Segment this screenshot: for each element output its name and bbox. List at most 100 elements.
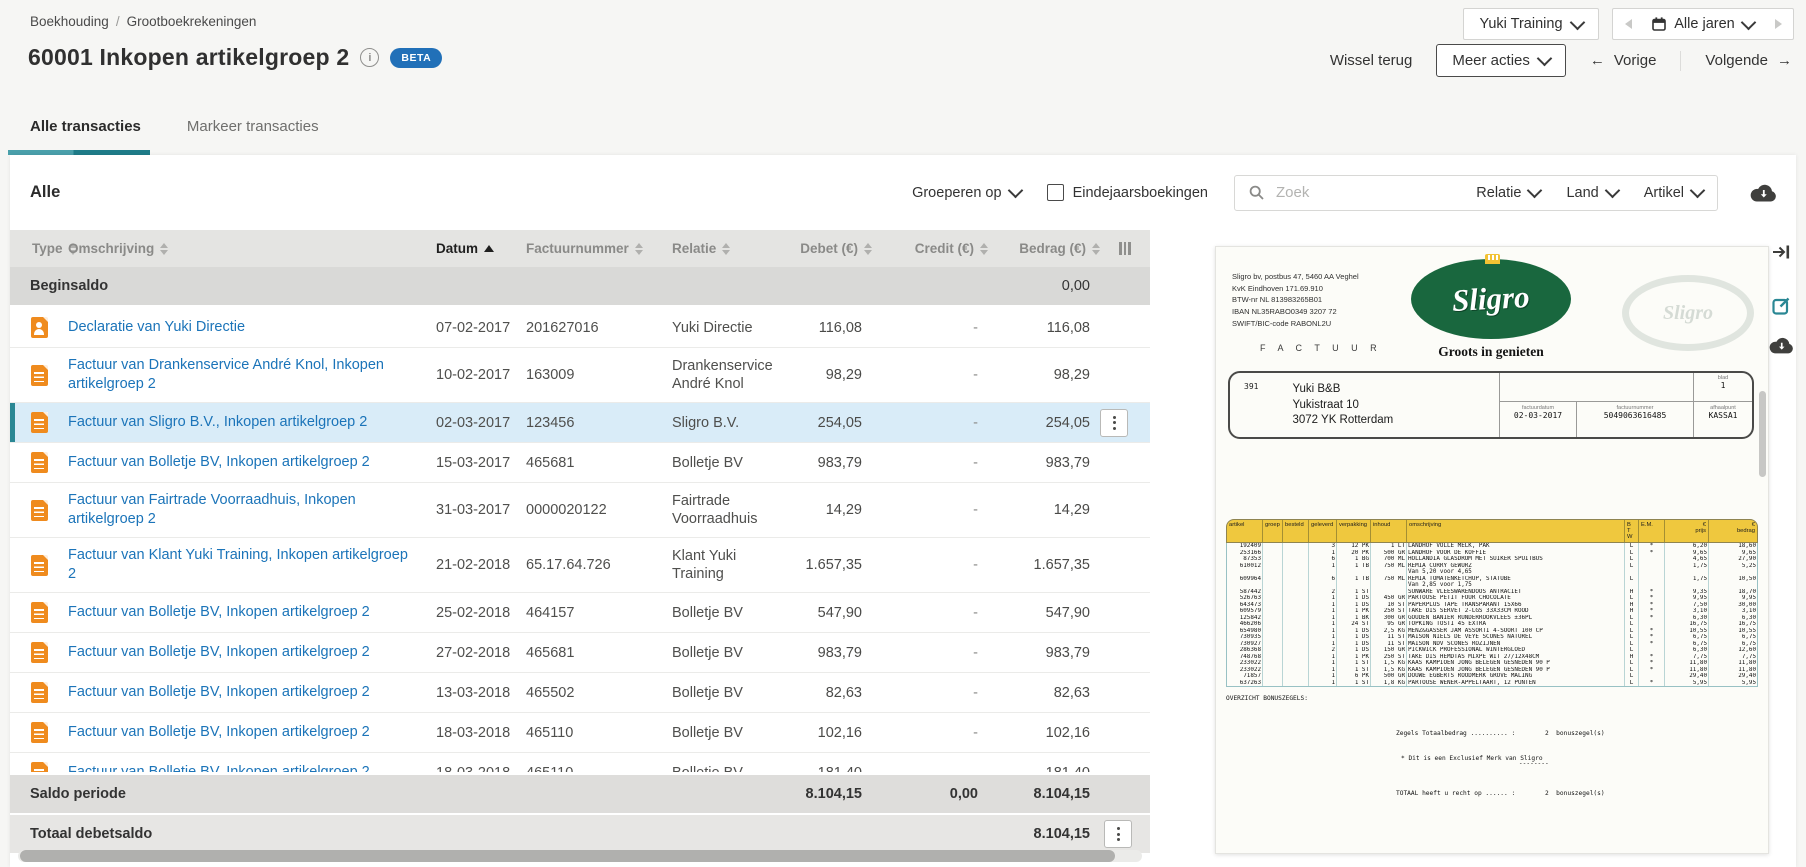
transaction-link[interactable]: Factuur van Bolletje BV, Inkopen artikel… [68,755,436,772]
cell-credit: - [872,502,988,518]
cell-bedrag: 1.657,35 [988,557,1100,573]
customer-address-box: 391 Yuki B&B Yukistraat 10 3072 YK Rotte… [1228,371,1754,439]
col-header-type[interactable]: Type [10,241,68,256]
cloud-download-icon [1769,337,1793,354]
open-edit-button[interactable] [1772,296,1791,315]
vorige-label: Vorige [1614,52,1657,69]
table-row[interactable]: Factuur van Bolletje BV, Inkopen artikel… [10,753,1150,772]
cell-bedrag: 14,29 [988,502,1100,518]
cell-credit: - [872,685,988,701]
chevron-down-icon [1740,14,1756,30]
col-header-credit[interactable]: Credit (€) [872,241,988,256]
col-header-datum[interactable]: Datum [436,241,526,256]
bonus-section-title: OVERZICHT BONUSZEGELS: [1226,695,1308,702]
checkbox[interactable] [1047,184,1064,201]
transaction-link[interactable]: Factuur van Sligro B.V., Inkopen artikel… [68,405,436,440]
meer-acties-button[interactable]: Meer acties [1436,44,1566,77]
transaction-link[interactable]: Factuur van Klant Yuki Training, Inkopen… [68,538,436,592]
transaction-link[interactable]: Factuur van Bolletje BV, Inkopen artikel… [68,635,436,670]
saldo-periode-credit: 0,00 [872,786,988,802]
invoice-item-row: 609964 6 1 TB 750 ML REMIA TOMATENKETCHU… [1227,576,1757,589]
transaction-link[interactable]: Factuur van Bolletje BV, Inkopen artikel… [68,715,436,750]
search-box: Relatie Land Artikel [1234,175,1718,211]
next-period-button[interactable] [1763,19,1793,29]
edit-icon [1772,296,1791,315]
column-picker-icon[interactable] [1100,242,1150,255]
sort-icon [635,243,643,255]
col-header-factuurnummer[interactable]: Factuurnummer [526,241,672,256]
horizontal-scrollbar-thumb[interactable] [20,850,1115,862]
groeperen-op-label: Groeperen op [912,185,1001,201]
vorige-button[interactable]: ← Vorige [1590,52,1657,69]
land-filter-label: Land [1566,185,1598,201]
table-row[interactable]: Factuur van Bolletje BV, Inkopen artikel… [10,713,1150,753]
cell-datum: 27-02-2018 [436,645,526,661]
col-header-debet[interactable]: Debet (€) [788,241,872,256]
cell-datum: 18-03-2018 [436,765,526,773]
document-icon [31,722,48,743]
transaction-link[interactable]: Declaratie van Yuki Directie [68,310,436,345]
tab-alle-transacties[interactable]: Alle transacties [30,118,141,135]
download-document-button[interactable] [1769,337,1793,354]
cell-debet: 254,05 [788,415,872,431]
bonus-lines: Zegels Totaalbedrag .......... : 2 bonus… [1396,709,1605,819]
table-row[interactable]: Factuur van Sligro B.V., Inkopen artikel… [10,403,1150,443]
eindejaarsboekingen-checkbox-row[interactable]: Eindejaarsboekingen [1047,184,1208,201]
row-actions-menu-icon[interactable] [1100,409,1128,437]
chevron-right-icon [1775,19,1782,29]
sligro-tagline: Groots in genieten [1406,344,1576,360]
previous-period-button[interactable] [1613,19,1643,29]
table-row[interactable]: Factuur van Bolletje BV, Inkopen artikel… [10,633,1150,673]
arrow-left-icon: ← [1590,52,1605,69]
document-icon [31,412,48,433]
col-header-relatie[interactable]: Relatie [672,241,788,256]
breadcrumb-grootboekrekeningen[interactable]: Grootboekrekeningen [127,14,257,29]
wissel-terug-link[interactable]: Wissel terug [1330,52,1413,69]
factuurdatum-cell: factuurdatum02-03-2017 [1500,402,1576,437]
artikel-filter-dropdown[interactable]: Artikel [1644,185,1703,201]
table-row[interactable]: Factuur van Bolletje BV, Inkopen artikel… [10,593,1150,633]
transaction-link[interactable]: Factuur van Bolletje BV, Inkopen artikel… [68,445,436,480]
table-row[interactable]: Factuur van Klant Yuki Training, Inkopen… [10,538,1150,593]
col-header-omschrijving[interactable]: Omschrijving [68,241,436,256]
col-factuurnummer-label: Factuurnummer [526,241,629,256]
transaction-link[interactable]: Factuur van Bolletje BV, Inkopen artikel… [68,595,436,630]
totaal-debetsaldo-bedrag: 8.104,15 [988,826,1100,842]
document-preview-panel: Sligro bv, postbus 47, 5460 AA Veghel Kv… [1150,230,1766,867]
totaal-debetsaldo-row: Totaal debetsaldo 8.104,15 [10,813,1150,853]
table-row[interactable]: Factuur van Bolletje BV, Inkopen artikel… [10,673,1150,713]
breadcrumb-boekhouding[interactable]: Boekhouding [30,14,109,29]
invoice-item-row: 637263 1 1 ST 1,8 KG PARTOUSE WENER-APPE… [1227,680,1757,687]
transaction-link[interactable]: Factuur van Bolletje BV, Inkopen artikel… [68,675,436,710]
administration-dropdown[interactable]: Yuki Training [1463,8,1599,40]
table-rows-viewport: Declaratie van Yuki Directie 07-02-2017 … [10,308,1150,772]
groeperen-op-dropdown[interactable]: Groeperen op [912,185,1020,201]
table-row[interactable]: Factuur van Bolletje BV, Inkopen artikel… [10,443,1150,483]
transaction-link[interactable]: Factuur van Fairtrade Voorraadhuis, Inko… [68,483,436,537]
col-credit-label: Credit (€) [915,241,974,256]
cell-debet: 82,63 [788,685,872,701]
tab-markeer-transacties[interactable]: Markeer transacties [187,118,319,135]
volgende-button[interactable]: Volgende → [1705,52,1792,69]
land-filter-dropdown[interactable]: Land [1566,185,1617,201]
invoice-items-body: 192409 3 12 PK 1 LT LANDHOF VOLLE MELK, … [1226,543,1758,687]
export-download-button[interactable] [1750,184,1776,202]
relatie-filter-dropdown[interactable]: Relatie [1476,185,1540,201]
col-header-bedrag[interactable]: Bedrag (€) [988,241,1100,256]
info-icon[interactable]: i [360,48,379,67]
cell-factuurnummer: 465110 [526,765,672,773]
period-dropdown[interactable]: Alle jaren [1643,16,1763,32]
collapse-panel-button[interactable] [1771,244,1791,260]
beta-badge: BETA [390,48,442,68]
preview-scrollbar-thumb[interactable] [1759,391,1766,477]
cell-credit: - [872,320,988,336]
search-input[interactable] [1274,183,1466,202]
cell-debet: 1.657,35 [788,557,872,573]
table-row[interactable]: Factuur van Fairtrade Voorraadhuis, Inko… [10,483,1150,538]
transaction-link[interactable]: Factuur van Drankenservice André Knol, I… [68,348,436,402]
table-row[interactable]: Factuur van Drankenservice André Knol, I… [10,348,1150,403]
totaal-actions-menu-icon[interactable] [1104,820,1132,848]
cell-bedrag: 98,29 [988,367,1100,383]
table-row[interactable]: Declaratie van Yuki Directie 07-02-2017 … [10,308,1150,348]
cell-bedrag: 116,08 [988,320,1100,336]
